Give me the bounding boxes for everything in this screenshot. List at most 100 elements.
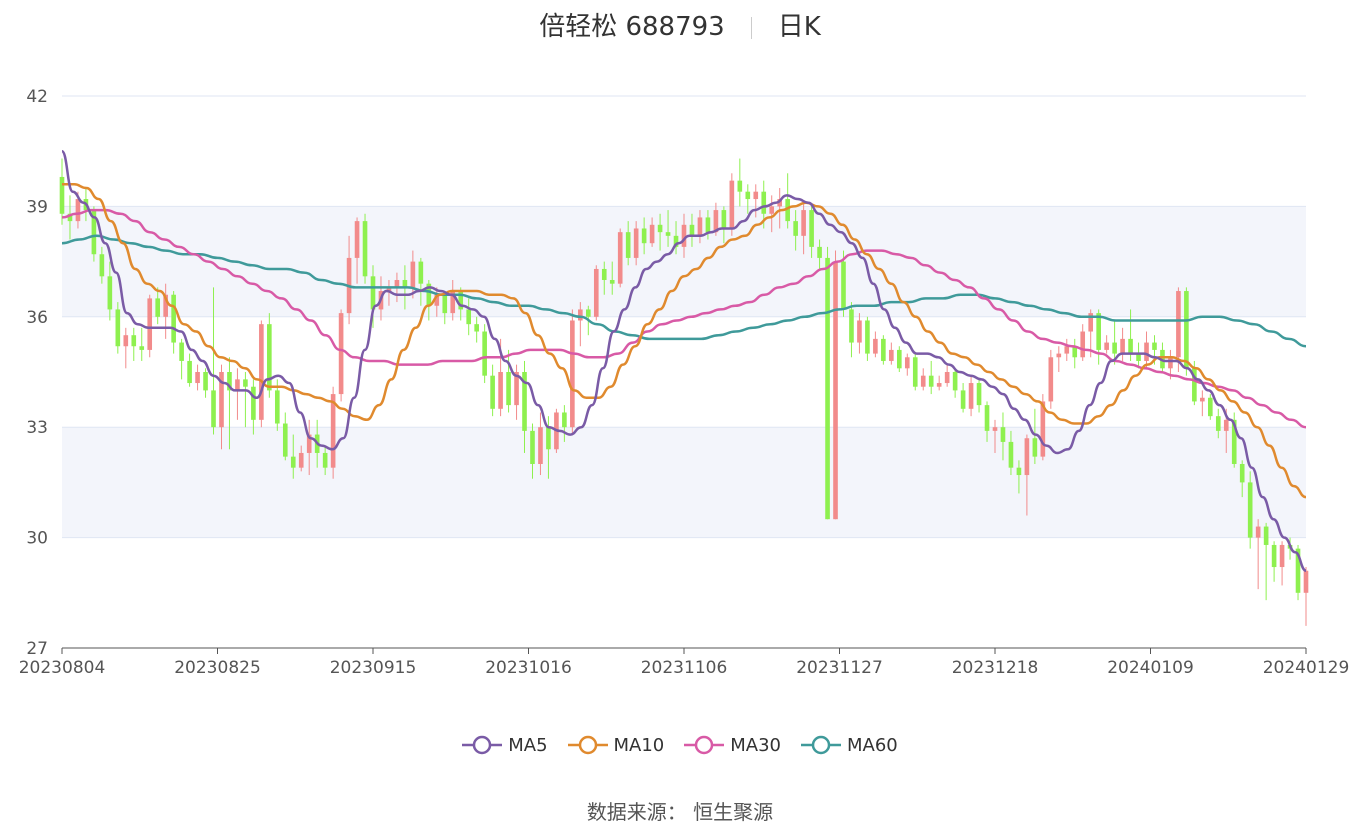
candle-body — [1104, 342, 1109, 350]
candle-body — [601, 268, 607, 280]
candle-body — [530, 430, 535, 464]
candle-body — [75, 199, 81, 222]
candle-body — [538, 427, 543, 464]
candle-body — [562, 412, 567, 428]
legend-item-ma60[interactable]: MA60 — [801, 734, 898, 756]
candle-body — [849, 309, 854, 343]
candle-body — [107, 276, 113, 310]
candle-body — [857, 320, 862, 343]
x-tick-label: 20230804 — [19, 658, 106, 678]
candle-body — [649, 224, 655, 244]
candle-body — [1279, 544, 1285, 568]
candle-body — [131, 335, 137, 347]
candle-body — [881, 338, 886, 361]
candle-body — [920, 375, 926, 387]
candle-body — [282, 423, 288, 457]
candle-body — [506, 372, 511, 406]
candle-body — [1080, 331, 1086, 358]
candle-body — [155, 298, 161, 317]
candle-body — [338, 313, 344, 395]
candle-body — [1200, 397, 1205, 402]
legend-marker-icon — [684, 735, 725, 755]
candle-body — [753, 191, 759, 200]
candlestick-chart: 27 30 33 36 39 42 20230804 20230825 20230915 2023… — [19, 87, 1350, 678]
candle-body — [330, 394, 336, 468]
candle-body — [179, 342, 184, 361]
legend-marker-icon — [567, 735, 608, 755]
y-tick-label: 27 — [26, 639, 48, 659]
candle-body — [873, 338, 878, 354]
legend: MA5 MA10 MA30 MA60 — [0, 734, 1360, 761]
candle-body — [1247, 482, 1253, 538]
candle-body — [737, 180, 743, 192]
legend-item-ma5[interactable]: MA5 — [462, 734, 548, 756]
candle-body — [1120, 338, 1125, 354]
candle-body — [442, 294, 448, 314]
candle-body — [370, 276, 376, 310]
candle-body — [1064, 346, 1070, 354]
candle-body — [1032, 438, 1038, 457]
candle-body — [259, 324, 264, 420]
candle-body — [570, 320, 575, 428]
candle-body — [578, 309, 583, 321]
candle-body — [466, 309, 472, 325]
candle-body — [1303, 570, 1309, 593]
candle-body — [793, 221, 798, 236]
candle-body — [139, 346, 145, 350]
candle-body — [928, 375, 934, 387]
x-tick-label: 20230825 — [174, 658, 261, 678]
candle-body — [817, 246, 822, 258]
candle-body — [1168, 357, 1173, 369]
candle-body — [147, 298, 153, 350]
candle-body — [546, 427, 551, 450]
x-tick-label: 20231016 — [485, 658, 572, 678]
candle-body — [984, 405, 990, 431]
candle-body — [211, 390, 216, 428]
candle-body — [1239, 464, 1245, 483]
legend-label: MA5 — [508, 734, 548, 756]
candle-body — [1263, 526, 1269, 545]
x-tick-label: 20230915 — [330, 658, 417, 678]
candle-body — [841, 261, 846, 310]
x-tick-label: 20231218 — [952, 658, 1039, 678]
grid-band — [62, 427, 1306, 538]
candle-body — [912, 357, 918, 387]
candle-body — [585, 309, 591, 317]
candle-body — [115, 309, 121, 347]
candle-body — [187, 360, 192, 384]
candle-body — [195, 372, 200, 384]
y-tick-label: 36 — [26, 308, 48, 328]
candle-body — [769, 206, 775, 214]
candle-body — [290, 456, 296, 468]
candle-body — [498, 372, 503, 409]
candle-body — [865, 320, 870, 354]
legend-item-ma10[interactable]: MA10 — [567, 734, 665, 756]
candle-body — [665, 232, 671, 236]
candle-body — [1000, 427, 1006, 442]
candle-body — [705, 217, 711, 233]
candle-body — [617, 232, 623, 284]
legend-marker-icon — [462, 735, 503, 755]
candle-body — [203, 372, 208, 391]
y-tick-label: 42 — [26, 87, 48, 107]
candle-body — [410, 261, 416, 288]
candle-body — [825, 257, 830, 520]
candle-body — [896, 349, 902, 369]
candle-body — [801, 210, 806, 236]
candle-body — [123, 335, 129, 347]
candle-body — [59, 176, 65, 214]
candle-body — [1271, 544, 1277, 568]
data-source: 数据来源： 恒生聚源 — [586, 800, 774, 824]
y-tick-label: 30 — [26, 529, 48, 549]
x-tick-label: 20231106 — [641, 658, 728, 678]
legend-label: MA10 — [613, 734, 665, 756]
legend-item-ma30[interactable]: MA30 — [684, 734, 781, 756]
x-tick-label: 20240109 — [1107, 658, 1194, 678]
x-tick-label: 20231127 — [796, 658, 883, 678]
candle-body — [298, 452, 304, 468]
candle-body — [745, 191, 751, 200]
candle-body — [1176, 291, 1181, 358]
legend-label: MA60 — [847, 734, 898, 756]
y-tick-label: 33 — [26, 418, 48, 438]
y-tick-label: 39 — [26, 197, 48, 217]
